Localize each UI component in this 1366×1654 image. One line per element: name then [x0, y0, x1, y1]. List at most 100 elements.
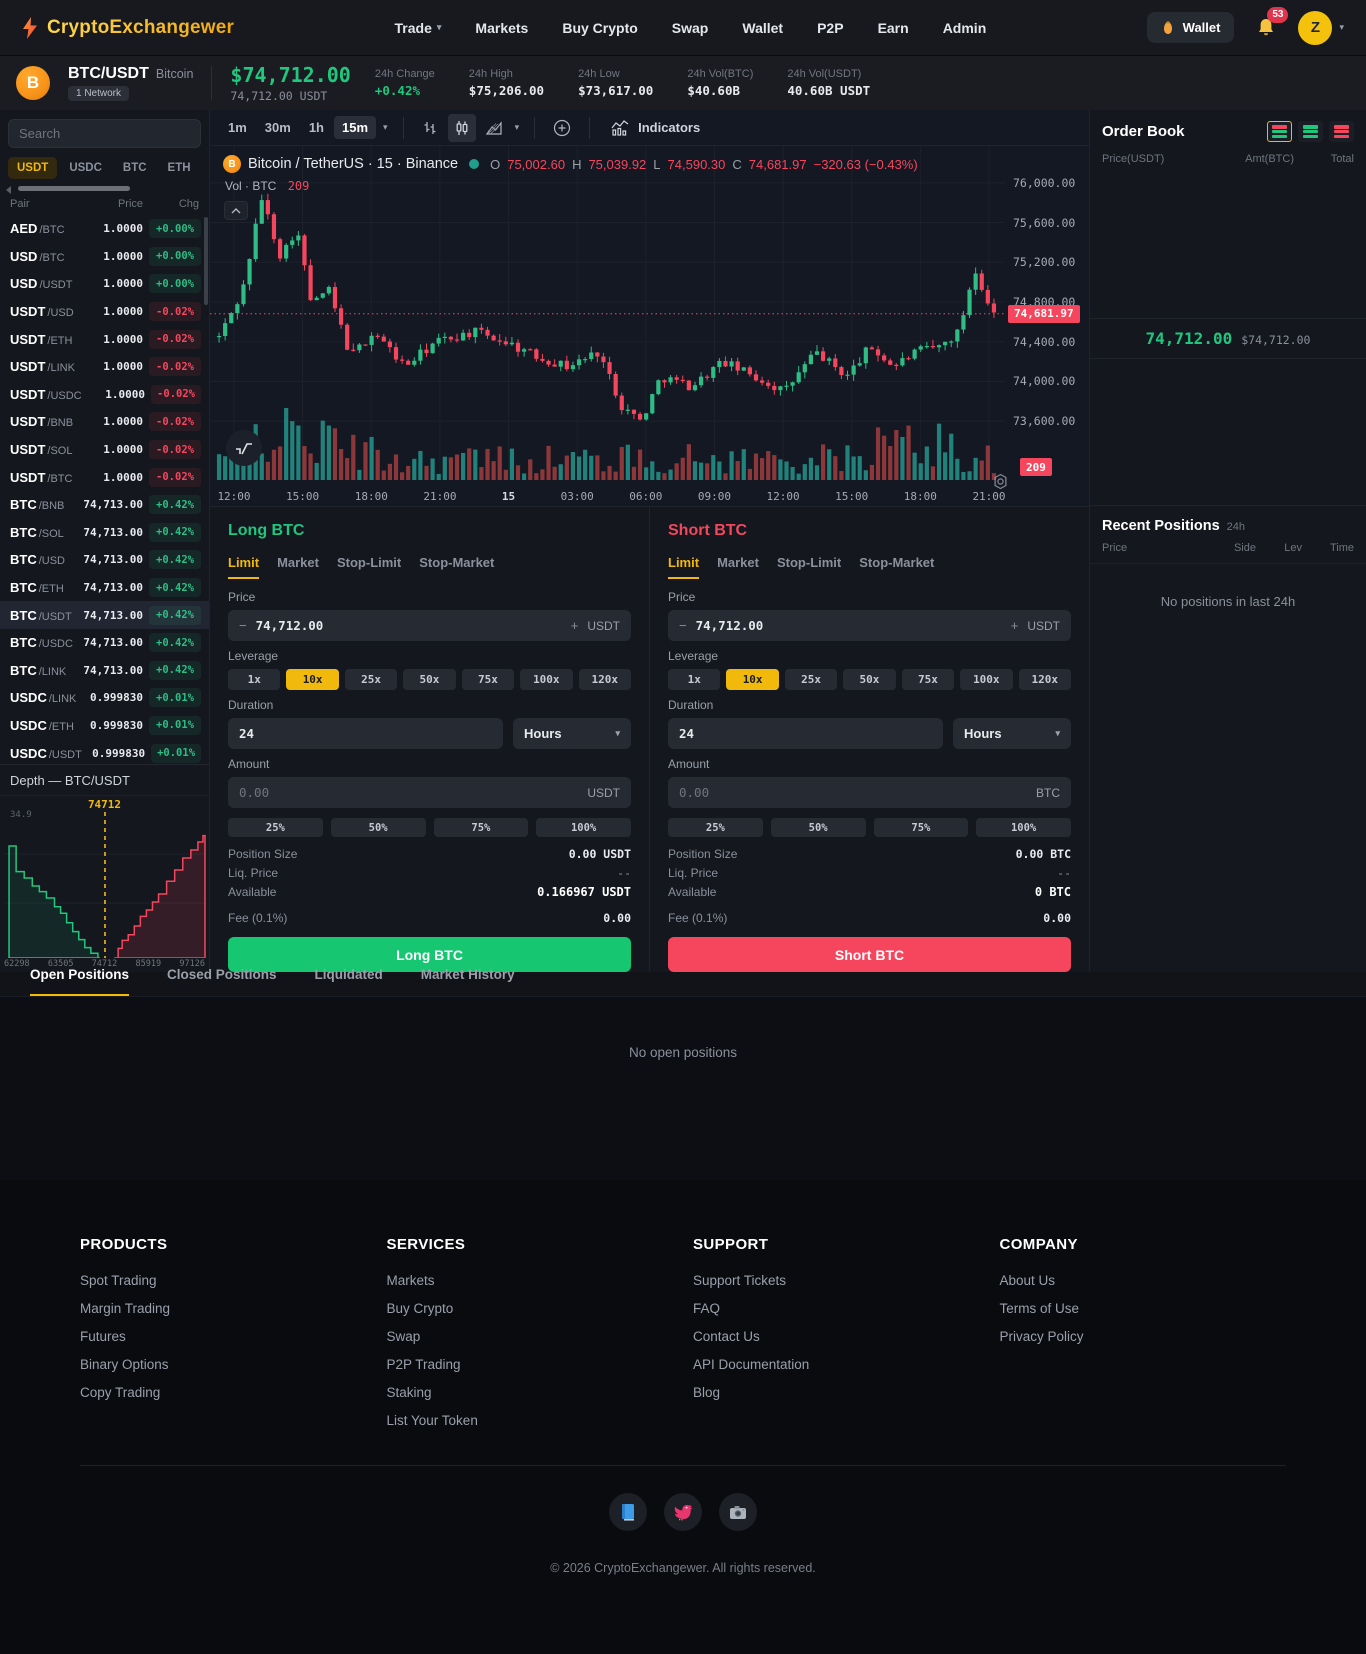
nav-item-admin[interactable]: Admin	[943, 20, 987, 36]
footer-link-blog[interactable]: Blog	[693, 1385, 720, 1400]
candlestick-chart[interactable]: B Bitcoin / TetherUS · 15 · Binance O75,…	[210, 146, 1089, 506]
nav-item-swap[interactable]: Swap	[672, 20, 709, 36]
timeframe-15m[interactable]: 15m	[334, 116, 376, 139]
leverage-75x[interactable]: 75x	[902, 669, 954, 690]
footer-link-support-tickets[interactable]: Support Tickets	[693, 1273, 786, 1288]
pair-row[interactable]: USDC/LINK0.999830+0.01%	[0, 684, 209, 712]
footer-link-staking[interactable]: Staking	[387, 1385, 432, 1400]
price-input[interactable]: − 74,712.00 + USDT	[668, 610, 1071, 641]
percent-25[interactable]: 25%	[228, 818, 323, 837]
price-value[interactable]: 74,712.00	[256, 618, 562, 633]
footer-link-about-us[interactable]: About Us	[1000, 1273, 1056, 1288]
facebook-icon[interactable]	[609, 1493, 647, 1531]
order-tab-stop-limit[interactable]: Stop-Limit	[777, 553, 841, 579]
nav-item-p2p[interactable]: P2P	[817, 20, 843, 36]
footer-link-api-documentation[interactable]: API Documentation	[693, 1357, 809, 1372]
legend-collapse-button[interactable]	[224, 201, 248, 220]
nav-item-markets[interactable]: Markets	[475, 20, 528, 36]
timeframe-1h[interactable]: 1h	[301, 116, 332, 139]
pair-row[interactable]: BTC/USD74,713.00+0.42%	[0, 546, 209, 574]
leverage-1x[interactable]: 1x	[668, 669, 720, 690]
duration-input[interactable]: 24	[668, 718, 943, 749]
leverage-120x[interactable]: 120x	[1019, 669, 1071, 690]
leverage-75x[interactable]: 75x	[462, 669, 514, 690]
footer-link-spot-trading[interactable]: Spot Trading	[80, 1273, 157, 1288]
indicators-button[interactable]: Indicators	[610, 119, 700, 137]
amount-input[interactable]: USDT	[228, 777, 631, 808]
tab-liquidated[interactable]: Liquidated	[315, 955, 383, 996]
tab-open-positions[interactable]: Open Positions	[30, 955, 129, 996]
percent-75[interactable]: 75%	[874, 818, 969, 837]
depth-chart[interactable]: 74712 34.9	[4, 798, 205, 958]
bars-style-icon[interactable]	[416, 114, 444, 142]
scroll-left-arrow[interactable]	[6, 186, 11, 194]
pair-row[interactable]: USDT/USD1.0000-0.02%	[0, 298, 209, 326]
tab-closed-positions[interactable]: Closed Positions	[167, 955, 277, 996]
footer-link-margin-trading[interactable]: Margin Trading	[80, 1301, 170, 1316]
amount-input[interactable]: BTC	[668, 777, 1071, 808]
nav-item-trade[interactable]: Trade▾	[395, 20, 442, 36]
search-input[interactable]	[8, 119, 201, 148]
candles-style-icon[interactable]	[448, 114, 476, 142]
leverage-50x[interactable]: 50x	[843, 669, 895, 690]
compare-add-icon[interactable]	[547, 113, 577, 143]
pair-row[interactable]: USDT/BTC1.0000-0.02%	[0, 463, 209, 491]
leverage-25x[interactable]: 25x	[345, 669, 397, 690]
leverage-100x[interactable]: 100x	[520, 669, 572, 690]
price-decrement[interactable]: −	[239, 618, 247, 633]
footer-link-swap[interactable]: Swap	[387, 1329, 421, 1344]
price-value[interactable]: 74,712.00	[696, 618, 1002, 633]
percent-75[interactable]: 75%	[434, 818, 529, 837]
pair-row[interactable]: USD/USDT1.0000+0.00%	[0, 270, 209, 298]
pair-row[interactable]: BTC/SOL74,713.00+0.42%	[0, 519, 209, 547]
view-asks-button[interactable]	[1329, 121, 1354, 142]
nav-item-buy-crypto[interactable]: Buy Crypto	[562, 20, 637, 36]
pair-row[interactable]: BTC/BNB74,713.00+0.42%	[0, 491, 209, 519]
pair-row[interactable]: BTC/USDT74,713.00+0.42%	[0, 601, 209, 629]
amount-field[interactable]	[679, 785, 1027, 800]
footer-link-buy-crypto[interactable]: Buy Crypto	[387, 1301, 454, 1316]
quote-tab-eth[interactable]: ETH	[159, 157, 200, 179]
area-style-icon[interactable]	[480, 114, 508, 142]
gear-icon[interactable]	[992, 473, 1009, 490]
duration-input[interactable]: 24	[228, 718, 503, 749]
leverage-10x[interactable]: 10x	[726, 669, 778, 690]
tab-market-history[interactable]: Market History	[421, 955, 515, 996]
submit-order-button[interactable]: Short BTC	[668, 937, 1071, 972]
pair-row[interactable]: USDT/LINK1.0000-0.02%	[0, 353, 209, 381]
footer-link-markets[interactable]: Markets	[387, 1273, 435, 1288]
pair-row[interactable]: USDT/ETH1.0000-0.02%	[0, 325, 209, 353]
account-menu[interactable]: Z ▾	[1298, 11, 1344, 45]
footer-link-copy-trading[interactable]: Copy Trading	[80, 1385, 160, 1400]
order-tab-stop-market[interactable]: Stop-Market	[859, 553, 934, 579]
view-split-button[interactable]	[1267, 121, 1292, 142]
pair-row[interactable]: USDT/SOL1.0000-0.02%	[0, 436, 209, 464]
quote-tab-usdc[interactable]: USDC	[60, 157, 111, 179]
order-tab-market[interactable]: Market	[717, 553, 759, 579]
leverage-120x[interactable]: 120x	[579, 669, 631, 690]
duration-value[interactable]: 24	[239, 726, 492, 741]
tradingview-logo[interactable]	[226, 430, 262, 466]
scrollbar-thumb[interactable]	[18, 186, 130, 191]
nav-item-wallet[interactable]: Wallet	[742, 20, 783, 36]
footer-link-list-your-token[interactable]: List Your Token	[387, 1413, 478, 1428]
duration-unit-select[interactable]: Hours ▾	[513, 718, 631, 749]
nav-item-earn[interactable]: Earn	[878, 20, 909, 36]
quote-tab-btc[interactable]: BTC	[114, 157, 156, 179]
twitter-icon[interactable]	[664, 1493, 702, 1531]
price-input[interactable]: − 74,712.00 + USDT	[228, 610, 631, 641]
order-tab-limit[interactable]: Limit	[668, 553, 699, 579]
timeframe-1m[interactable]: 1m	[220, 116, 255, 139]
order-tab-stop-market[interactable]: Stop-Market	[419, 553, 494, 579]
pair-row[interactable]: BTC/LINK74,713.00+0.42%	[0, 657, 209, 685]
leverage-25x[interactable]: 25x	[785, 669, 837, 690]
footer-link-privacy-policy[interactable]: Privacy Policy	[1000, 1329, 1084, 1344]
vertical-scrollbar-thumb[interactable]	[204, 217, 208, 305]
leverage-1x[interactable]: 1x	[228, 669, 280, 690]
leverage-50x[interactable]: 50x	[403, 669, 455, 690]
percent-100[interactable]: 100%	[976, 818, 1071, 837]
instagram-icon[interactable]	[719, 1493, 757, 1531]
timeframe-dropdown-icon[interactable]: ▾	[380, 122, 391, 133]
logo[interactable]: CryptoExchangewer	[22, 17, 234, 39]
percent-50[interactable]: 50%	[771, 818, 866, 837]
